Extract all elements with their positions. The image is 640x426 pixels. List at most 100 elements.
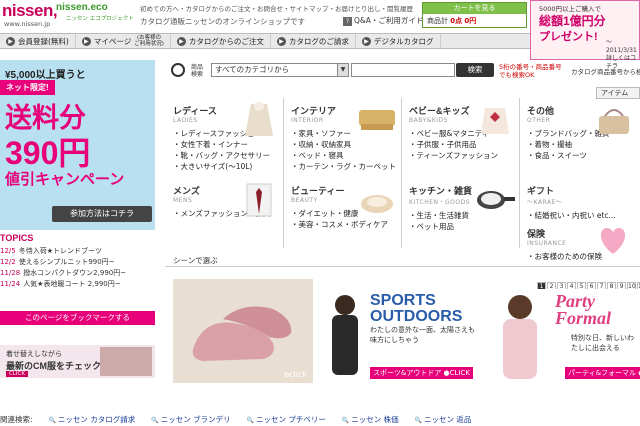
top-links[interactable]: 初めての方へ・カタログからのご注文・お問合せ・サイトマップ・お届けとり出し・閲覧… bbox=[140, 3, 413, 13]
coat-image bbox=[245, 102, 273, 136]
topic-item[interactable]: 11/24 人気★表地暖コート 2,990円~ bbox=[0, 279, 155, 290]
topics-title: TOPICS bbox=[0, 233, 34, 243]
qa-guide-link[interactable]: ? Q&A・ご利用ガイド bbox=[343, 15, 423, 26]
category-link[interactable]: ベッド・寝具 bbox=[291, 150, 401, 161]
party-click-tag: パーティ&フォーマル ●CLICK bbox=[565, 367, 640, 379]
cart-price-value: 0円 bbox=[464, 17, 477, 25]
category-baby-kids: ベビー&キッズ BABY&KIDS ベビー服&マタニティ 子供服・子供用品 ティ… bbox=[401, 98, 519, 178]
pan-image bbox=[477, 191, 515, 209]
topic-item[interactable]: 12/2 使えるシンプルニット990円~ bbox=[0, 257, 155, 268]
arrow-icon: ▶ bbox=[176, 36, 186, 46]
search-icon bbox=[171, 63, 185, 77]
related-search-link[interactable]: ニッセン プチベリー bbox=[247, 414, 326, 425]
banner-join-button[interactable]: 参加方法はコチラ bbox=[52, 206, 152, 222]
category-select[interactable]: すべてのカテゴリから ▼ bbox=[211, 63, 349, 77]
arrow-icon: ▶ bbox=[276, 36, 286, 46]
arrow-icon: ▶ bbox=[6, 36, 15, 46]
category-link[interactable]: 食品・スイーツ bbox=[527, 150, 637, 161]
category-link[interactable]: 靴・バッグ・アクセサリー bbox=[173, 150, 283, 161]
sports-outdoors-card[interactable]: SPORTS OUTDOORS わたしの意外な一面、太陽さえも味方にしちゃう ス… bbox=[322, 289, 480, 383]
category-ladies: レディース LADIES レディースファッション 女性下着・インナー 靴・バッグ… bbox=[165, 98, 283, 178]
shoe-caption: eclick bbox=[284, 370, 307, 379]
baby-wear-image bbox=[481, 108, 509, 134]
sports-text: わたしの意外な一面、太陽さえも味方にしちゃう bbox=[370, 326, 475, 344]
shirt-tie-image bbox=[246, 183, 272, 217]
category-other: その他 OTHER ブランドバッグ・雑貨 着物・撮袖 食品・スイーツ bbox=[519, 98, 637, 178]
qa-icon: ? bbox=[343, 17, 352, 26]
tagline: カタログ通販ニッセンのオンラインショップです bbox=[140, 17, 305, 26]
nav-catalog-request[interactable]: ▶ カタログのご請求 bbox=[271, 34, 356, 48]
category-link[interactable]: 着物・撮袖 bbox=[527, 139, 637, 150]
party-text: 特別な日、新しいわたしに出会える bbox=[571, 334, 634, 352]
nav-digital-catalog[interactable]: ▶ デジタルカタログ bbox=[356, 34, 441, 48]
category-gift: ギフト 〜KARAE〜 結婚祝い・内祝い etc... 保険 INSURANCE… bbox=[519, 178, 637, 261]
related-search: 関連検索: ニッセン カタログ請求 ニッセン ブランデリ ニッセン プチベリー … bbox=[0, 412, 640, 426]
cm-photo bbox=[100, 347, 152, 376]
arrow-icon: ▶ bbox=[361, 36, 371, 46]
cm-click-tag: CLICK bbox=[6, 371, 28, 377]
sofa-image bbox=[359, 110, 395, 130]
nav-catalog-order[interactable]: ▶ カタログからのご注文 bbox=[171, 34, 271, 48]
search-note: 5桁の番号・商品番号 でも検索OK bbox=[499, 63, 562, 79]
category-link[interactable]: ティーンズファッション bbox=[409, 150, 519, 161]
category-link[interactable]: 美容・コスメ・ボディケア bbox=[291, 219, 401, 230]
cm-line1: 着せ替えしながら bbox=[6, 350, 62, 358]
cart-items-label: 商品計 bbox=[427, 17, 448, 25]
mypage-sub: (お客様の ご利用状況) bbox=[134, 35, 164, 47]
related-search-link[interactable]: ニッセン 返品 bbox=[415, 414, 471, 425]
category-link[interactable]: 収納・収納家具 bbox=[291, 139, 401, 150]
banner-line5: 値引キャンペーン bbox=[5, 171, 125, 188]
shoe-image bbox=[192, 306, 292, 361]
cart-box: カートを見る 商品計 0点 0円 bbox=[422, 2, 527, 28]
present-campaign-banner[interactable]: 5000円以上ご購入で 総額1億円分 プレゼント! 〜2011/3/31 詳しくは… bbox=[530, 0, 640, 70]
category-link[interactable]: 結婚祝い・内祝い etc... bbox=[527, 210, 637, 221]
related-search-link[interactable]: ニッセン カタログ請求 bbox=[49, 414, 135, 425]
search-bar: 商品 検索 すべてのカテゴリから ▼ 検索 5桁の番号・商品番号 でも検索OK カ… bbox=[171, 63, 640, 80]
party-formal-card[interactable]: Party Formal 特別な日、新しいわたしに出会える パーティ&フォーマル… bbox=[485, 289, 640, 383]
topics-box: TOPICS 12/5 冬侍入荷★トレンドブーツ 12/2 使えるシンプルニット99… bbox=[0, 233, 155, 290]
related-search-link[interactable]: ニッセン ブランデリ bbox=[151, 414, 231, 425]
category-link[interactable]: ペット用品 bbox=[409, 221, 519, 232]
arrow-icon: ▶ bbox=[81, 36, 91, 46]
topic-item[interactable]: 11/28 撥水コンパクトダウン2,990円~ bbox=[0, 268, 155, 279]
promo-line2: 総額1億円分 bbox=[539, 14, 606, 28]
search-input[interactable] bbox=[351, 63, 455, 77]
category-kitchen-goods: キッチン・雑貨 KITCHEN・GOODS 生活・生活雑貨 ペット用品 bbox=[401, 178, 519, 258]
topic-item[interactable]: 12/5 冬侍入荷★トレンドブーツ bbox=[0, 246, 155, 257]
handbag-image bbox=[599, 109, 629, 134]
sports-title: SPORTS OUTDOORS bbox=[370, 292, 463, 325]
scene-title: シーンで選ぶ bbox=[173, 256, 218, 265]
shipping-discount-banner[interactable]: ¥5,000以上買うと ネット限定! 送料分 390円 値引キャンペーン 参加方… bbox=[0, 60, 155, 230]
catalog-number-search-link[interactable]: カタログ商品番号から検索 bbox=[571, 66, 640, 76]
category-link[interactable]: カーテン・ラグ・カーペット bbox=[291, 161, 401, 172]
bookmark-button[interactable]: このページをブックマークする bbox=[0, 311, 155, 325]
nissen-logo[interactable]: nissen, bbox=[2, 1, 58, 21]
category-link[interactable]: 女性下着・インナー bbox=[173, 139, 283, 150]
global-nav: ▶ 会員登録(無料) ▶ マイページ (お客様の ご利用状況) ▶ カタログからのご注文… bbox=[0, 33, 530, 49]
category-link[interactable]: 子供服・子供用品 bbox=[409, 139, 519, 150]
cart-items-value: 0点 bbox=[450, 17, 463, 25]
cm-banner[interactable]: 着せ替えしながら 最新のCM服をチェック CLICK bbox=[0, 345, 155, 378]
party-title: Party Formal bbox=[555, 291, 612, 328]
related-search-label: 関連検索: bbox=[0, 414, 33, 424]
shoe-scene-card[interactable]: eclick bbox=[173, 279, 313, 383]
logo-url: www.nissen.jp bbox=[4, 20, 51, 28]
category-beauty: ビューティー BEAUTY ダイエット・健康 美容・コスメ・ボディケア bbox=[283, 178, 401, 258]
nav-register[interactable]: ▶ 会員登録(無料) bbox=[0, 34, 76, 48]
category-mens: メンズ MENS メンズファッション・雑貨 bbox=[165, 178, 283, 258]
view-cart-button[interactable]: カートを見る bbox=[423, 3, 526, 14]
category-grid: レディース LADIES レディースファッション 女性下着・インナー 靴・バッグ… bbox=[165, 98, 640, 261]
promo-line3: プレゼント! bbox=[539, 31, 598, 43]
cart-summary: 商品計 0点 0円 bbox=[423, 14, 526, 28]
eco-subtitle: ニッセン エコプロジェクト bbox=[66, 16, 134, 22]
model-photo bbox=[503, 295, 537, 379]
qa-label: Q&A・ご利用ガイド bbox=[354, 16, 424, 25]
nav-mypage[interactable]: ▶ マイページ (お客様の ご利用状況) bbox=[76, 34, 171, 48]
banner-badge: ネット限定! bbox=[0, 80, 55, 95]
banner-line1: ¥5,000以上買うと bbox=[5, 70, 86, 81]
search-button[interactable]: 検索 bbox=[456, 63, 494, 77]
eco-logo[interactable]: nissen.eco bbox=[56, 2, 108, 13]
related-search-link[interactable]: ニッセン 株価 bbox=[342, 414, 398, 425]
search-label: 商品 検索 bbox=[191, 64, 204, 78]
category-link[interactable]: 大きいサイズ(〜10L) bbox=[173, 161, 283, 172]
